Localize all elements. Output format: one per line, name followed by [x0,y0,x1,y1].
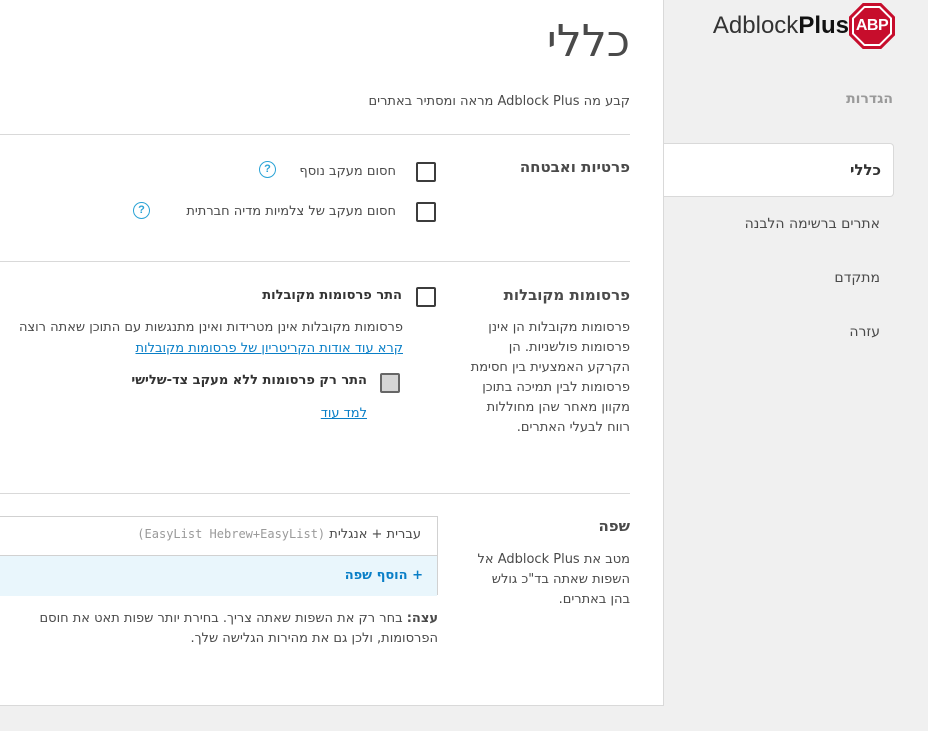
divider [0,493,630,494]
sidebar-heading: הגדרות [846,91,893,107]
tip-label: עצה: [406,611,438,626]
sidebar-item-label: כללי [849,161,881,179]
brand-logo: ABP AdblockPlus [699,3,895,49]
sidebar-item-general[interactable]: כללי [664,143,894,197]
block-social-tracking-label: חסום מעקב של צלמיות מדיה חברתית [186,204,396,219]
allow-acceptable-ads-checkbox[interactable] [416,287,436,307]
divider [0,134,630,135]
acceptable-ads-explanation: פרסומות מקובלות אינן מטרידות ואינן מתנגש… [18,320,403,335]
language-filter-lists: (EasyList Hebrew+EasyList) [137,527,326,541]
sidebar-item-help[interactable]: עזרה [849,324,880,340]
sidebar: ABP AdblockPlus הגדרות כללי אתרים ברשימה… [664,0,928,731]
section-title-language: שפה [598,517,630,535]
abp-logo-icon: ABP [849,3,895,49]
sidebar-item-advanced[interactable]: מתקדם [834,270,880,286]
brand-name: AdblockPlus [712,12,849,39]
no-third-party-tracking-checkbox[interactable] [380,373,400,393]
main-panel: כללי קבע מה Adblock Plus מראה ומסתיר באת… [0,0,664,706]
help-icon[interactable]: ? [259,161,276,178]
language-description: מטב את Adblock Plus אל השפות שאתה בד"כ ג… [477,552,630,607]
language-item: עברית + אנגלית (EasyList Hebrew+EasyList… [137,527,421,542]
acceptable-ads-description: פרסומות מקובלות הן אינן פרסומות פולשניות… [470,320,630,435]
block-additional-tracking-label: חסום מעקב נוסף [299,164,396,179]
language-tip: עצה: בחר רק את השפות שאתה צריך. בחירת יו… [0,609,438,649]
block-additional-tracking-checkbox[interactable] [416,162,436,182]
add-language-button[interactable]: + הוסף שפה [345,568,423,583]
tip-text: בחר רק את השפות שאתה צריך. בחירת יותר שפ… [39,611,438,646]
help-icon[interactable]: ? [133,202,150,219]
sidebar-item-whitelist[interactable]: אתרים ברשימה הלבנה [745,216,880,232]
section-title-privacy: פרטיות ואבטחה [519,158,630,176]
divider [0,261,630,262]
block-social-tracking-checkbox[interactable] [416,202,436,222]
add-language-row[interactable]: + הוסף שפה [0,555,437,596]
page-subtitle: קבע מה Adblock Plus מראה ומסתיר באתרים [368,94,630,109]
learn-more-link[interactable]: למד עוד [321,406,367,421]
acceptable-ads-criteria-link[interactable]: קרא עוד אודות הקריטריון של פרסומות מקובל… [136,341,404,356]
language-name: עברית + אנגלית [329,527,421,542]
no-third-party-tracking-label: התר רק פרסומות ללא מעקב צד-שלישי [131,373,367,388]
page-title: כללי [546,16,630,67]
section-title-acceptable-ads: פרסומות מקובלות [503,286,630,304]
language-list: עברית + אנגלית (EasyList Hebrew+EasyList… [0,516,438,596]
allow-acceptable-ads-label: התר פרסומות מקובלות [262,288,402,303]
